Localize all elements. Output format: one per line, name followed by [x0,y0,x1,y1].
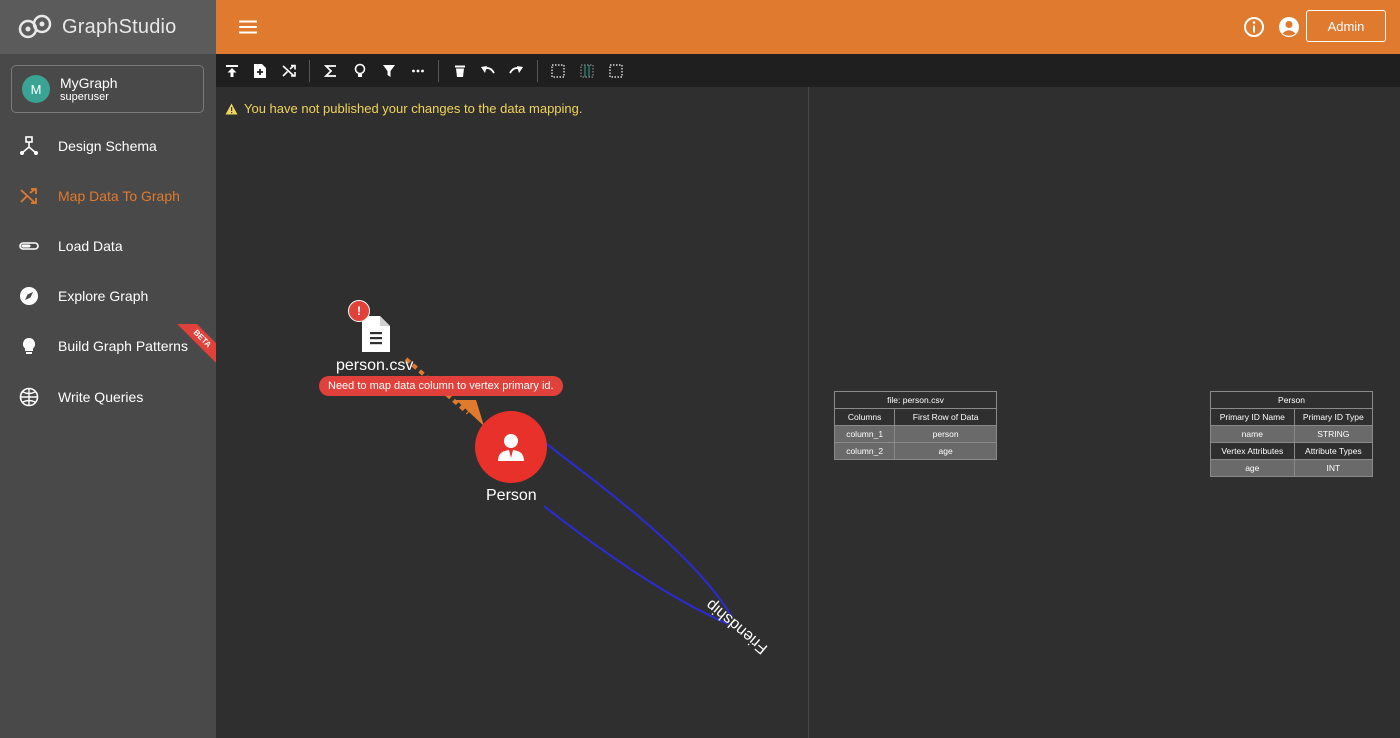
table-cell: INT [1293,459,1374,477]
load-icon [19,236,39,256]
more-icon[interactable] [408,61,428,81]
lightbulb-icon [19,336,39,356]
table-cell: column_1 [833,425,896,443]
menu-icon[interactable] [238,17,258,37]
table-caption: file: person.csv [834,391,997,409]
redo-icon[interactable] [506,61,526,81]
select-box-icon[interactable] [548,61,568,81]
table-header: Primary ID Name [1210,408,1295,426]
select-all-icon[interactable] [606,61,626,81]
compass-icon [19,286,39,306]
person-icon [498,434,524,461]
select-columns-icon[interactable] [577,61,597,81]
undo-icon[interactable] [478,61,498,81]
table-cell: column_2 [833,442,896,460]
globe-icon [19,387,39,407]
graph-selector[interactable]: M MyGraph superuser [11,65,204,113]
vertex-label: Person [486,487,537,504]
friendship-edge[interactable] [543,441,733,618]
nav-label: Build Graph Patterns [58,338,188,354]
nav-label: Design Schema [58,138,157,154]
toolbar [216,54,1400,87]
nav-label: Explore Graph [58,288,149,304]
publish-icon[interactable] [222,61,242,81]
nav-item-explore-graph[interactable]: Explore Graph [0,274,216,318]
admin-button[interactable]: Admin [1306,10,1386,42]
graphstudio-logo-icon [18,14,52,39]
table-header: Columns [833,408,896,426]
nav-item-load-data[interactable]: Load Data [0,224,216,268]
brand-name: GraphStudio [62,15,177,38]
nav-item-build-graph-patterns[interactable]: Build Graph Patterns BETA [0,324,216,368]
table-header: Primary ID Type [1293,408,1374,426]
toolbar-separator [309,60,310,82]
nav-item-write-queries[interactable]: Write Queries [0,375,216,419]
lightbulb-icon[interactable] [350,61,370,81]
table-cell: STRING [1293,425,1374,443]
nav-item-map-data[interactable]: Map Data To Graph [0,174,216,218]
info-icon[interactable] [1242,15,1266,39]
table-cell: age [1210,459,1295,477]
filter-icon[interactable] [379,61,399,81]
brand[interactable]: GraphStudio [0,0,216,54]
error-badge: ! [348,300,370,322]
nav-item-design-schema[interactable]: Design Schema [0,124,216,168]
add-file-icon[interactable] [250,61,270,81]
nav-label: Map Data To Graph [58,188,180,204]
table-row: name STRING [1210,425,1374,443]
table-header: First Row of Data [894,408,997,426]
graph-name: MyGraph [60,74,118,91]
table-cell: name [1210,425,1295,443]
table-caption: Person [1210,391,1373,409]
map-icon[interactable] [279,61,299,81]
table-row: column_1 person [833,425,997,443]
friendship-edge-return[interactable] [543,505,729,625]
table-row: age INT [1210,459,1374,477]
mapping-arrow [456,400,484,426]
sidebar: GraphStudio M MyGraph superuser Design S… [0,0,216,738]
toolbar-separator [438,60,439,82]
table-row: column_2 age [833,442,997,460]
nav-label: Load Data [58,238,123,254]
nav-label: Write Queries [58,389,144,405]
table-cell: person [894,425,997,443]
table-cell: age [894,442,997,460]
table-header: Attribute Types [1293,442,1374,460]
shuffle-icon [19,186,39,206]
delete-icon[interactable] [450,61,470,81]
error-tooltip: Need to map data column to vertex primar… [319,376,563,396]
top-bar: Admin [216,0,1400,54]
person-vertex[interactable] [475,411,547,483]
account-icon[interactable] [1277,15,1301,39]
graph-avatar: M [22,75,50,103]
table-header: Vertex Attributes [1210,442,1295,460]
sum-icon[interactable] [321,61,341,81]
vertex-mapping-table: Person Primary ID Name Primary ID Type n… [1210,391,1374,477]
toolbar-separator [537,60,538,82]
graph-user: superuser [60,90,109,103]
file-mapping-table: file: person.csv Columns First Row of Da… [833,391,997,460]
schema-icon [19,136,39,156]
file-node-label: person.csv [336,357,414,374]
